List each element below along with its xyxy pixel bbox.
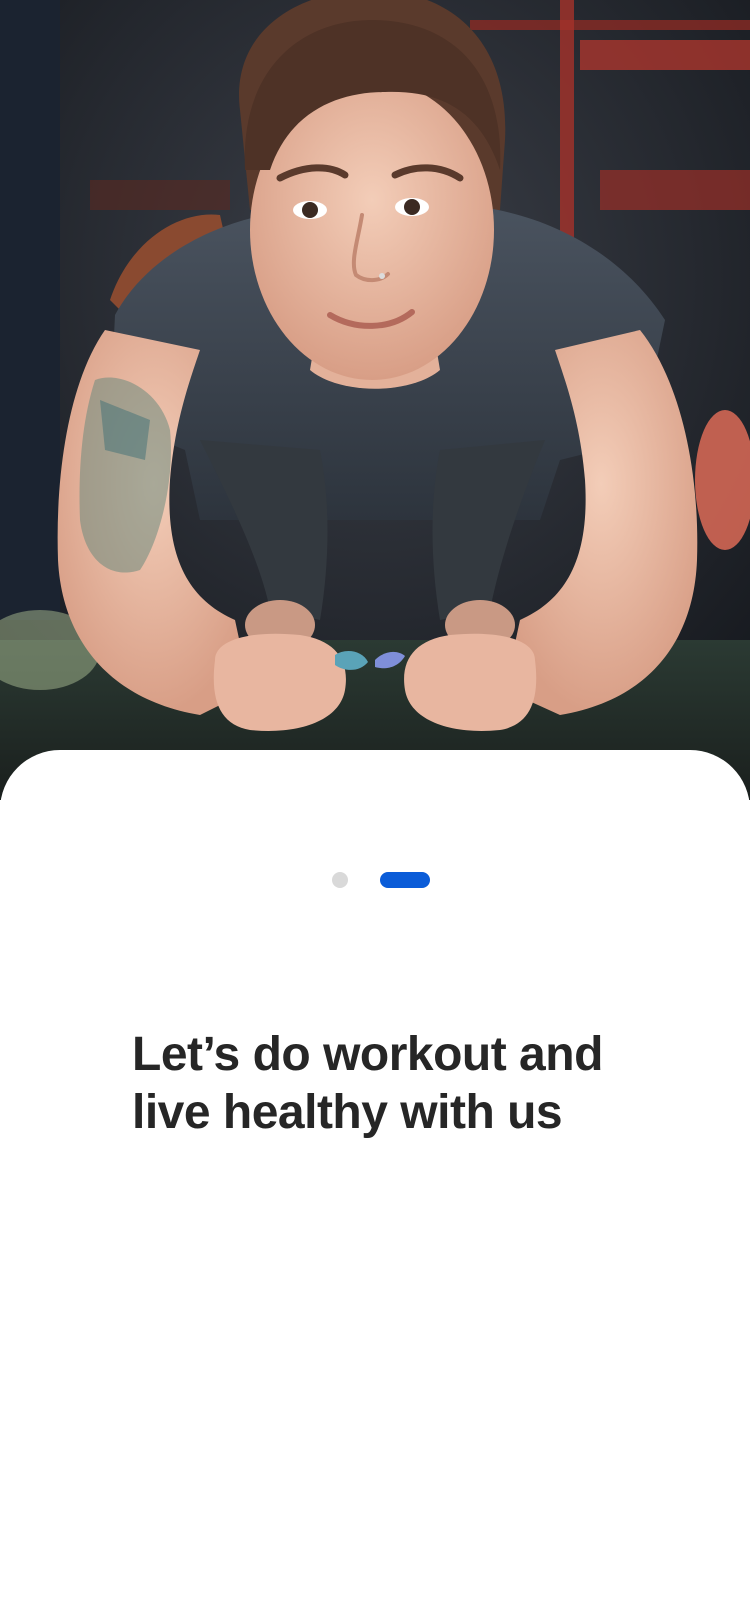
page-indicator <box>0 872 750 888</box>
onboarding-card: Let’s do workout and live healthy with u… <box>0 750 750 1624</box>
headline-line-2: live healthy with us <box>132 1086 563 1139</box>
onboarding-screen: Let’s do workout and live healthy with u… <box>0 0 750 1624</box>
page-dot-inactive[interactable] <box>332 872 348 888</box>
hero-photo <box>0 0 750 800</box>
headline-line-1: Let’s do workout and <box>132 1028 603 1081</box>
page-dot-active[interactable] <box>380 872 430 888</box>
onboarding-headline: Let’s do workout and live healthy with u… <box>132 1026 692 1142</box>
